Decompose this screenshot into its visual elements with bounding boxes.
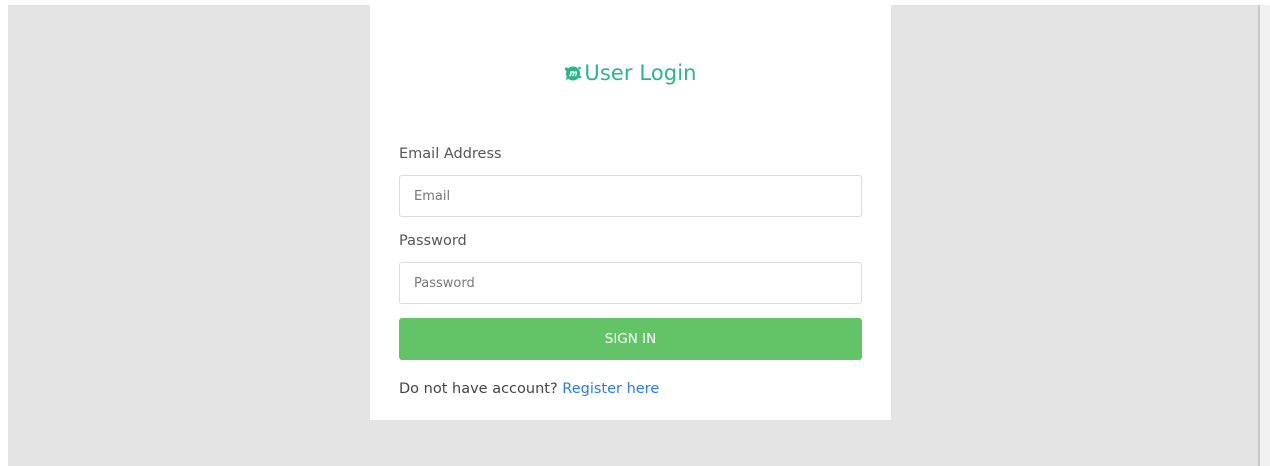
register-prompt-text: Do not have account? bbox=[399, 381, 558, 397]
login-header: User Login bbox=[370, 61, 891, 85]
m-splash-logo-icon bbox=[564, 64, 582, 82]
login-card: User Login Email Address Password SIGN I… bbox=[370, 5, 891, 420]
sign-in-button[interactable]: SIGN IN bbox=[399, 318, 862, 360]
email-input[interactable] bbox=[399, 175, 862, 217]
page-viewport: User Login Email Address Password SIGN I… bbox=[8, 5, 1258, 466]
password-input[interactable] bbox=[399, 262, 862, 304]
register-prompt: Do not have account? Register here bbox=[399, 381, 659, 397]
password-label: Password bbox=[399, 233, 467, 249]
page-title: User Login bbox=[584, 61, 697, 85]
register-link[interactable]: Register here bbox=[562, 381, 659, 397]
vertical-scrollbar[interactable] bbox=[1258, 5, 1270, 466]
email-label: Email Address bbox=[399, 146, 502, 162]
